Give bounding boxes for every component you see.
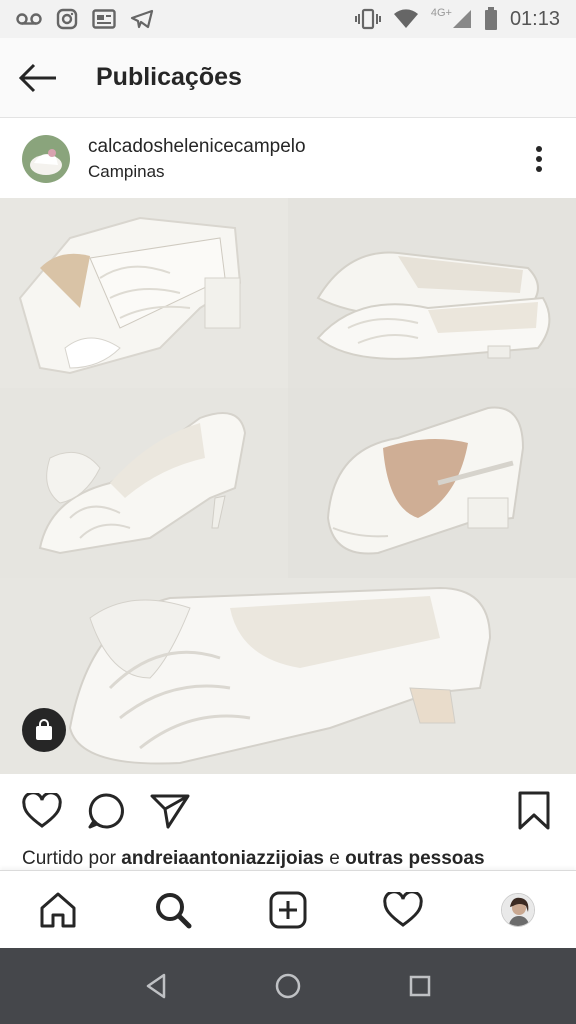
photo-ankle-strap bbox=[288, 388, 576, 578]
vibrate-icon bbox=[354, 8, 381, 30]
signal-icon: 4G+ bbox=[430, 7, 472, 29]
bottom-navigation bbox=[0, 870, 576, 948]
heart-icon bbox=[22, 793, 62, 828]
android-back-button[interactable] bbox=[128, 958, 184, 1014]
nav-home[interactable] bbox=[28, 880, 88, 940]
more-vertical-icon bbox=[536, 146, 542, 172]
app-header: Publicações bbox=[0, 38, 576, 118]
save-button[interactable] bbox=[512, 789, 556, 833]
likes-user-link[interactable]: andreiaantoniazzijoias bbox=[121, 848, 324, 869]
android-navigation-bar bbox=[0, 948, 576, 1024]
network-type-label: 4G+ bbox=[430, 7, 452, 19]
page-title: Publicações bbox=[96, 63, 242, 91]
bookmark-icon bbox=[518, 791, 550, 830]
nav-profile[interactable] bbox=[488, 880, 548, 940]
arrow-left-icon bbox=[18, 63, 56, 92]
more-options-button[interactable] bbox=[524, 139, 554, 179]
likes-summary: Curtido por andreiaantoniazzijoias e out… bbox=[22, 848, 562, 870]
activity-icon bbox=[383, 891, 423, 927]
nav-activity[interactable] bbox=[373, 880, 433, 940]
post-header: calcadoshelenicecampelo Campinas bbox=[0, 120, 576, 198]
comment-button[interactable] bbox=[84, 789, 128, 833]
photo-lace-slingback bbox=[0, 198, 288, 388]
share-button[interactable] bbox=[148, 789, 192, 833]
status-right-icons: 4G+ 01:13 bbox=[354, 7, 560, 31]
likes-middle: e bbox=[324, 848, 346, 869]
likes-others-link[interactable]: outras pessoas bbox=[345, 848, 484, 869]
status-left-icons bbox=[16, 8, 154, 30]
home-circle-icon bbox=[275, 973, 301, 999]
telegram-icon bbox=[130, 9, 154, 29]
comment-icon bbox=[88, 793, 124, 829]
instagram-icon bbox=[56, 8, 78, 30]
status-time: 01:13 bbox=[509, 7, 560, 30]
android-home-button[interactable] bbox=[260, 958, 316, 1014]
recents-square-icon bbox=[409, 975, 431, 997]
wifi-icon bbox=[393, 9, 419, 29]
photo-peeptoe-large bbox=[0, 578, 576, 774]
android-recents-button[interactable] bbox=[392, 958, 448, 1014]
post-actions bbox=[0, 780, 576, 842]
like-button[interactable] bbox=[20, 789, 64, 833]
status-bar: 4G+ 01:13 bbox=[0, 0, 576, 38]
home-icon bbox=[40, 892, 76, 927]
add-post-icon bbox=[269, 891, 307, 928]
nav-search[interactable] bbox=[143, 880, 203, 940]
search-icon bbox=[155, 892, 192, 928]
photo-satin-peeptoe bbox=[0, 388, 288, 578]
post-image[interactable] bbox=[0, 198, 576, 774]
news-icon bbox=[92, 9, 116, 29]
shopping-bag-icon bbox=[36, 719, 52, 740]
username-link[interactable]: calcadoshelenicecampelo bbox=[88, 136, 306, 158]
share-icon bbox=[150, 794, 190, 829]
profile-avatar bbox=[501, 892, 536, 927]
photo-lace-flat bbox=[288, 198, 576, 388]
back-triangle-icon bbox=[146, 973, 166, 999]
battery-icon bbox=[484, 7, 498, 31]
avatar[interactable] bbox=[22, 135, 70, 183]
likes-prefix: Curtido por bbox=[22, 848, 122, 869]
voicemail-icon bbox=[16, 12, 42, 26]
shopping-tag-button[interactable] bbox=[22, 708, 66, 752]
post-user-info: calcadoshelenicecampelo Campinas bbox=[88, 136, 306, 182]
location-link[interactable]: Campinas bbox=[88, 162, 306, 182]
nav-new-post[interactable] bbox=[258, 880, 318, 940]
back-button[interactable] bbox=[0, 38, 76, 118]
